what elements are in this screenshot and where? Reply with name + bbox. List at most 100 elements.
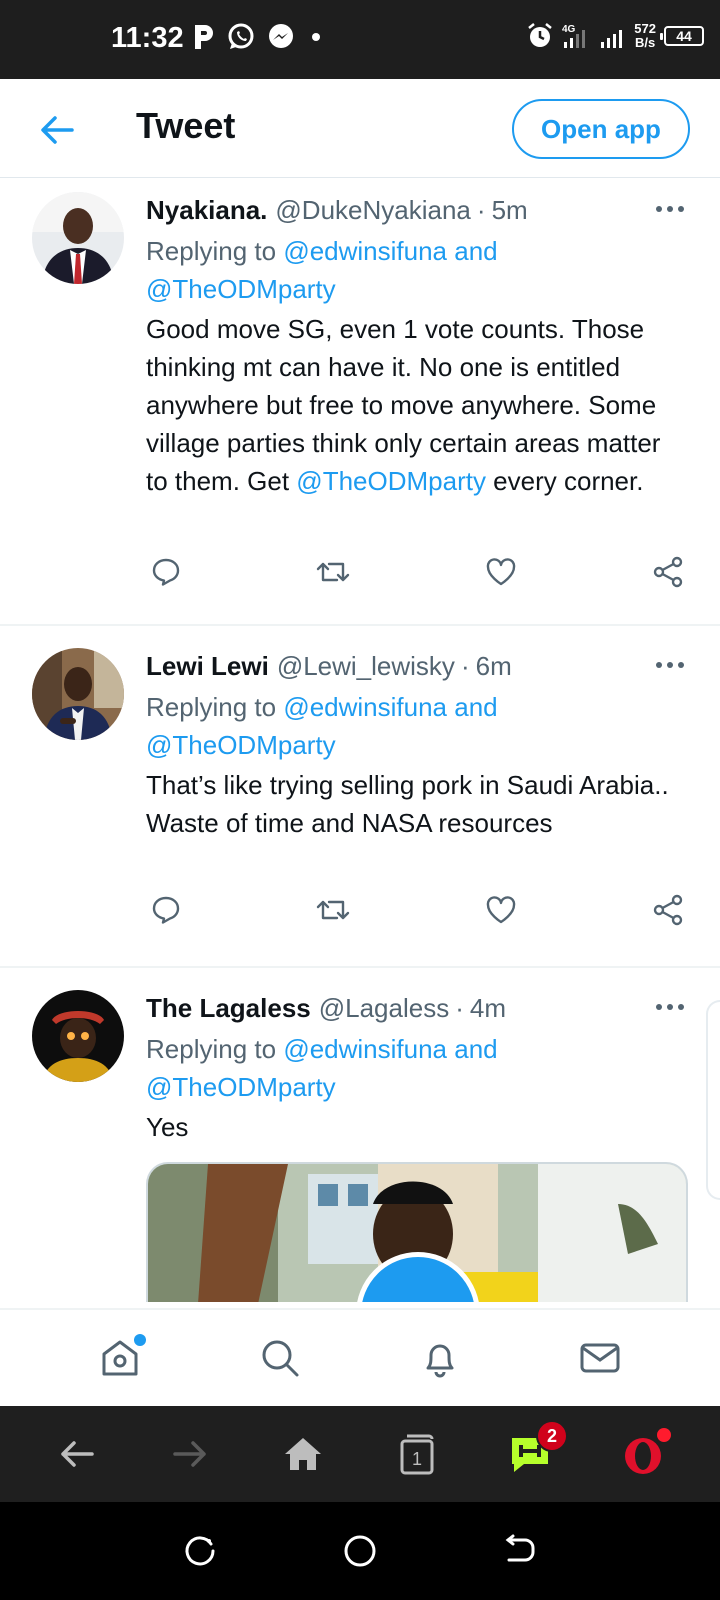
recents-icon bbox=[185, 1536, 215, 1566]
retweet-icon bbox=[317, 900, 350, 920]
share-button[interactable] bbox=[648, 890, 688, 930]
status-bar: 11:32 4G 572 B/s 44 bbox=[0, 0, 720, 79]
tweet-actions bbox=[146, 890, 688, 930]
opera-menu-button[interactable] bbox=[613, 1424, 673, 1484]
user-name[interactable]: Lewi Lewi bbox=[146, 648, 269, 684]
alarm-icon bbox=[526, 22, 554, 50]
tabs-icon: 1 bbox=[400, 1434, 434, 1475]
mention-link[interactable]: @TheODMparty bbox=[296, 466, 486, 496]
more-options-button[interactable] bbox=[652, 194, 688, 224]
dot-icon bbox=[306, 27, 326, 47]
battery-level: 44 bbox=[676, 28, 692, 44]
tweet-time[interactable]: 6m bbox=[476, 648, 512, 684]
more-options-button[interactable] bbox=[652, 992, 688, 1022]
tweet-text: Good move SG, even 1 vote counts. Those … bbox=[146, 310, 688, 500]
recents-button[interactable] bbox=[175, 1526, 225, 1576]
tweet-text: Yes bbox=[146, 1112, 189, 1142]
tweet-actions bbox=[146, 552, 688, 592]
separator: · bbox=[455, 993, 464, 1023]
bottom-navigation bbox=[0, 1308, 720, 1406]
mention-link[interactable]: @TheODMparty bbox=[146, 1072, 336, 1102]
more-icon bbox=[656, 1004, 684, 1010]
home-icon bbox=[285, 1438, 322, 1470]
nav-notifications[interactable] bbox=[410, 1328, 470, 1388]
share-button[interactable] bbox=[648, 552, 688, 592]
side-panel-handle[interactable] bbox=[706, 1000, 720, 1200]
forward-arrow-icon bbox=[173, 1441, 206, 1467]
reply-feed[interactable]: Nyakiana. @DukeNyakiana · 5m Replying to… bbox=[0, 180, 720, 1308]
avatar[interactable] bbox=[32, 192, 124, 284]
tweet-header: The Lagaless @Lagaless · 4m bbox=[146, 990, 688, 1026]
avatar[interactable] bbox=[32, 648, 124, 740]
network-speed: 572 B/s bbox=[634, 22, 656, 50]
replying-and[interactable]: and bbox=[447, 692, 497, 722]
mention-link[interactable]: @edwinsifuna bbox=[283, 1034, 447, 1064]
browser-tabs-button[interactable]: 1 bbox=[387, 1424, 447, 1484]
notification-dot bbox=[657, 1428, 672, 1442]
browser-home-button[interactable] bbox=[273, 1424, 333, 1484]
more-icon bbox=[656, 206, 684, 212]
tweet-header: Lewi Lewi @Lewi_lewisky · 6m bbox=[146, 648, 688, 684]
like-button[interactable] bbox=[481, 890, 521, 930]
nav-search[interactable] bbox=[250, 1328, 310, 1388]
share-icon bbox=[653, 556, 683, 588]
network-type: 4G bbox=[562, 24, 576, 35]
more-icon bbox=[656, 662, 684, 668]
mention-link[interactable]: @edwinsifuna bbox=[283, 692, 447, 722]
replying-and[interactable]: and bbox=[447, 1034, 497, 1064]
home-circle-icon bbox=[344, 1535, 376, 1567]
replying-and[interactable]: and bbox=[447, 236, 497, 266]
browser-back-button[interactable] bbox=[47, 1424, 107, 1484]
user-handle[interactable]: @Lewi_lewisky bbox=[277, 648, 455, 684]
replying-to: Replying to @edwinsifuna and @TheODMparty bbox=[146, 232, 688, 308]
notification-icons bbox=[192, 22, 326, 52]
user-handle[interactable]: @Lagaless bbox=[319, 990, 449, 1026]
system-back-button[interactable] bbox=[495, 1526, 545, 1576]
tweet-text-part: every corner. bbox=[485, 466, 644, 496]
tweet-time[interactable]: 5m bbox=[492, 192, 528, 228]
heart-icon bbox=[486, 896, 515, 924]
tweet[interactable]: Nyakiana. @DukeNyakiana · 5m Replying to… bbox=[0, 180, 720, 626]
like-button[interactable] bbox=[481, 552, 521, 592]
replying-to: Replying to @edwinsifuna and @TheODMparty bbox=[146, 688, 688, 764]
nav-home[interactable] bbox=[90, 1328, 150, 1388]
mention-link[interactable]: @TheODMparty bbox=[146, 274, 336, 304]
reply-icon bbox=[152, 558, 180, 586]
nav-messages[interactable] bbox=[570, 1328, 630, 1388]
page-title: Tweet bbox=[136, 105, 236, 146]
mention-link[interactable]: @edwinsifuna bbox=[283, 236, 447, 266]
mention-link[interactable]: @TheODMparty bbox=[146, 730, 336, 760]
video-thumbnail[interactable] bbox=[146, 1162, 688, 1302]
retweet-button[interactable] bbox=[313, 890, 353, 930]
retweet-button[interactable] bbox=[313, 552, 353, 592]
tweet-time[interactable]: 4m bbox=[470, 990, 506, 1026]
user-handle[interactable]: @DukeNyakiana bbox=[275, 192, 470, 228]
tweet[interactable]: Lewi Lewi @Lewi_lewisky · 6m Replying to… bbox=[0, 626, 720, 968]
browser-games-button[interactable]: 2 bbox=[500, 1420, 568, 1484]
tab-count: 1 bbox=[412, 1449, 422, 1469]
open-app-button[interactable]: Open app bbox=[512, 99, 690, 159]
reply-icon bbox=[152, 896, 180, 924]
tweet[interactable]: The Lagaless @Lagaless · 4m Replying to … bbox=[0, 968, 720, 1308]
battery-icon: 44 bbox=[660, 26, 704, 46]
user-name[interactable]: Nyakiana. bbox=[146, 192, 267, 228]
back-arrow-icon bbox=[41, 116, 74, 144]
back-icon bbox=[505, 1534, 535, 1562]
browser-forward-button[interactable] bbox=[160, 1424, 220, 1484]
signal-4g-icon: 4G bbox=[562, 22, 592, 50]
separator: · bbox=[476, 195, 486, 225]
reply-button[interactable] bbox=[146, 552, 186, 592]
home-button[interactable] bbox=[335, 1526, 385, 1576]
reply-button[interactable] bbox=[146, 890, 186, 930]
separator: · bbox=[460, 651, 470, 681]
tweet-text: That’s like trying selling pork in Saudi… bbox=[146, 770, 669, 838]
more-options-button[interactable] bbox=[652, 650, 688, 680]
speed-value: 572 bbox=[634, 21, 656, 36]
user-name[interactable]: The Lagaless bbox=[146, 990, 311, 1026]
back-button[interactable] bbox=[36, 109, 78, 151]
avatar[interactable] bbox=[32, 990, 124, 1082]
signal-icon bbox=[600, 22, 626, 50]
heart-icon bbox=[486, 558, 515, 586]
system-navigation bbox=[0, 1502, 720, 1600]
speed-unit: B/s bbox=[635, 35, 656, 50]
